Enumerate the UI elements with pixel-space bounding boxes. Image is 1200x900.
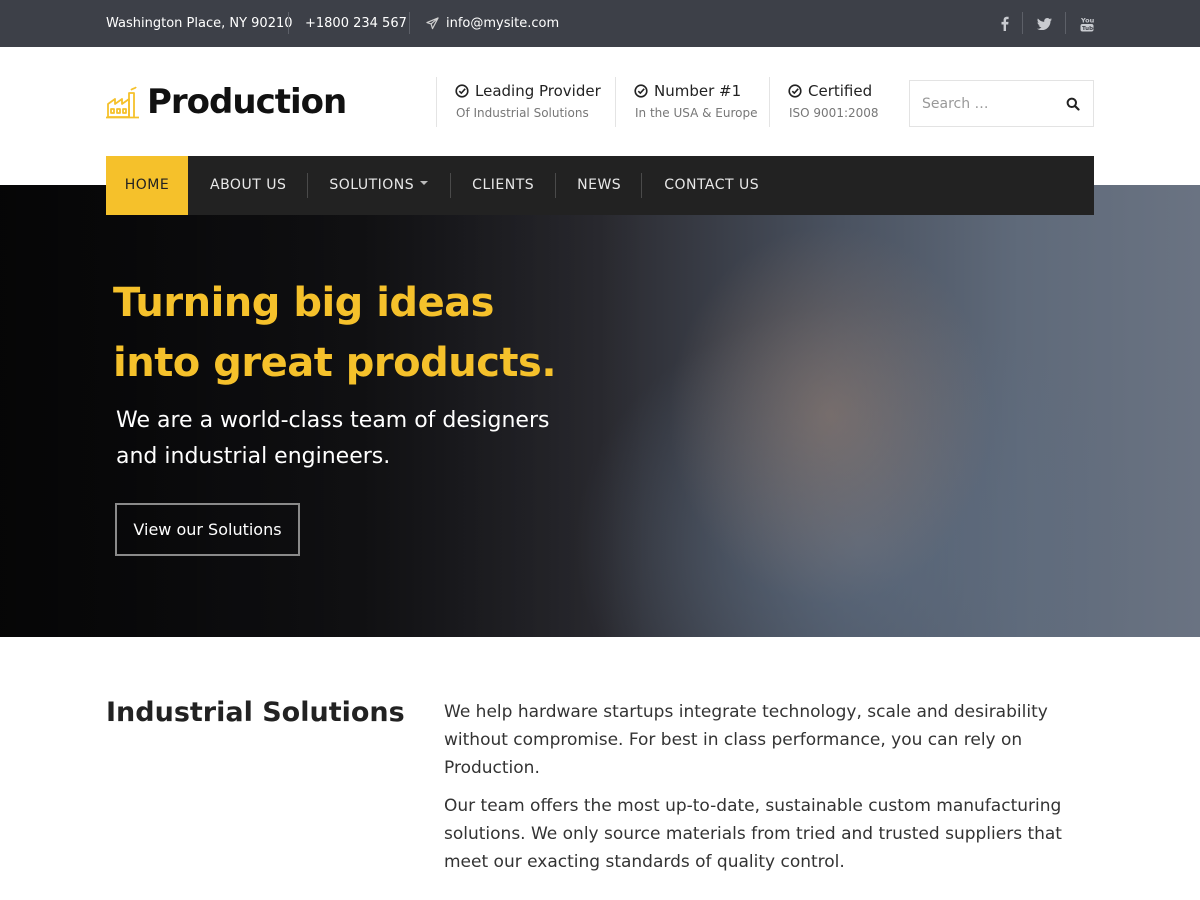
- address-text: Washington Place, NY 90210: [106, 16, 293, 31]
- main-nav: HOME ABOUT US SOLUTIONS CLIENTS NEWS CON…: [106, 156, 1094, 215]
- search-box: [909, 80, 1094, 127]
- hero-title: Turning big ideas into great products.: [113, 280, 557, 386]
- section-paragraph: Our team offers the most up-to-date, sus…: [444, 796, 1062, 872]
- section-title: Industrial Solutions: [106, 697, 405, 728]
- feature-subtitle: In the USA & Europe: [635, 106, 758, 120]
- youtube-icon[interactable]: You Tube: [1072, 0, 1102, 47]
- email-text: info@mysite.com: [446, 16, 560, 31]
- feature-title: Certified: [808, 82, 873, 100]
- hero-banner: Turning big ideas into great products. W…: [0, 185, 1200, 637]
- logo-text: Production: [147, 82, 347, 122]
- nav-item-news[interactable]: NEWS: [556, 156, 641, 215]
- check-circle-icon: [455, 84, 469, 98]
- divider: [1022, 12, 1023, 34]
- svg-text:Tube: Tube: [1082, 26, 1094, 32]
- paper-plane-icon: [426, 17, 439, 30]
- phone-link[interactable]: +1800 234 567: [305, 0, 407, 47]
- check-circle-icon: [788, 84, 802, 98]
- feature-number-one: Number #1 In the USA & Europe: [634, 77, 757, 127]
- nav-item-solutions[interactable]: SOLUTIONS: [308, 156, 450, 215]
- svg-text:You: You: [1080, 16, 1094, 24]
- divider: [409, 12, 410, 34]
- section-body: We help hardware startups integrate tech…: [444, 698, 1094, 886]
- feature-title: Leading Provider: [475, 82, 601, 100]
- check-circle-icon: [634, 84, 648, 98]
- section-paragraph: We help hardware startups integrate tech…: [444, 702, 1048, 778]
- caret-down-icon: [420, 181, 429, 185]
- feature-subtitle: ISO 9001:2008: [789, 106, 879, 120]
- site-logo[interactable]: Production: [106, 82, 347, 122]
- feature-title: Number #1: [654, 82, 742, 100]
- nav-item-home[interactable]: HOME: [106, 156, 188, 215]
- top-bar: Washington Place, NY 90210 +1800 234 567…: [0, 0, 1200, 47]
- feature-certified: Certified ISO 9001:2008: [788, 77, 879, 127]
- feature-leading-provider: Leading Provider Of Industrial Solutions: [455, 77, 601, 127]
- nav-item-about-us[interactable]: ABOUT US: [188, 156, 307, 215]
- hero-subtitle: We are a world-class team of designers a…: [116, 408, 550, 469]
- email-link[interactable]: info@mysite.com: [426, 0, 559, 47]
- search-icon[interactable]: [1066, 97, 1080, 111]
- divider: [769, 77, 770, 127]
- nav-item-clients[interactable]: CLIENTS: [451, 156, 555, 215]
- view-solutions-button[interactable]: View our Solutions: [115, 503, 300, 556]
- feature-subtitle: Of Industrial Solutions: [456, 106, 589, 120]
- divider: [615, 77, 616, 127]
- twitter-icon[interactable]: [1029, 0, 1059, 47]
- divider: [288, 12, 289, 34]
- nav-item-contact-us[interactable]: CONTACT US: [642, 156, 759, 215]
- factory-icon: [106, 86, 139, 119]
- divider: [436, 77, 437, 127]
- search-input[interactable]: [910, 81, 1060, 126]
- divider: [1065, 12, 1066, 34]
- facebook-icon[interactable]: [989, 0, 1019, 47]
